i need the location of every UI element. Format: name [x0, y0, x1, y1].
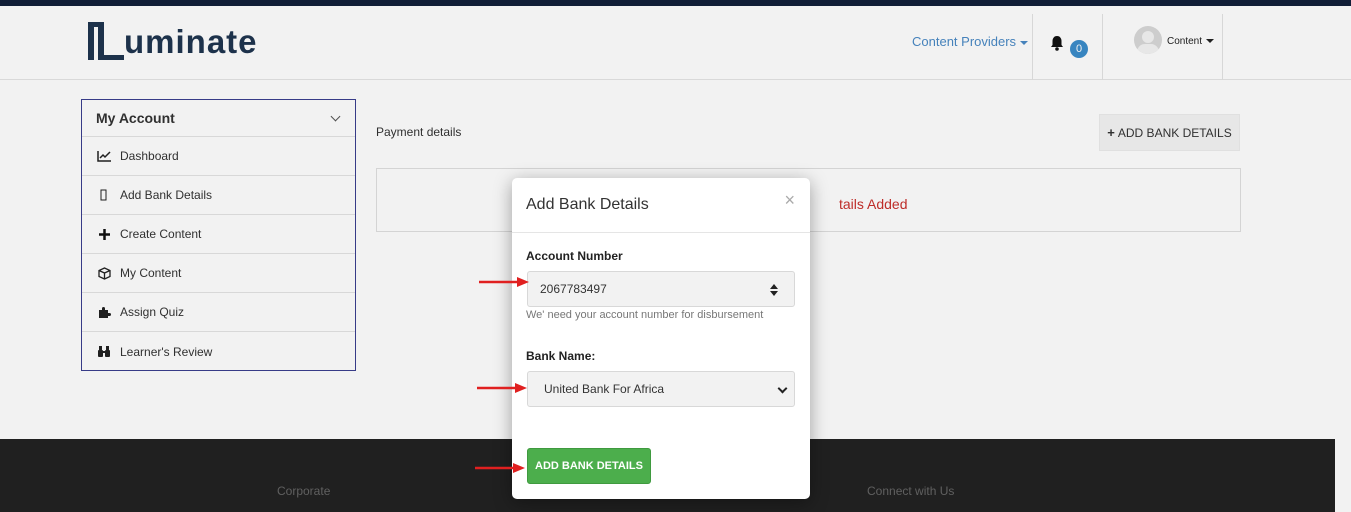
modal-title: Add Bank Details: [526, 196, 649, 213]
chevron-down-icon: [777, 383, 788, 394]
annotation-arrow-icon: [479, 277, 529, 287]
account-number-label: Account Number: [526, 249, 623, 263]
account-number-input[interactable]: 2067783497: [527, 271, 795, 307]
modal-header: Add Bank Details ×: [512, 178, 810, 233]
annotation-arrow-icon: [475, 463, 525, 473]
annotation-arrow-icon: [477, 383, 527, 393]
bank-name-value: United Bank For Africa: [544, 382, 665, 396]
close-icon[interactable]: ×: [784, 190, 795, 210]
account-number-help: We' need your account number for disburs…: [526, 309, 764, 321]
add-bank-details-modal: Add Bank Details × Account Number 206778…: [512, 178, 810, 499]
number-spinner-icon[interactable]: [769, 283, 779, 297]
account-number-value: 2067783497: [540, 282, 607, 296]
bank-name-label: Bank Name:: [526, 349, 596, 363]
submit-bank-details-button[interactable]: ADD BANK DETAILS: [527, 448, 651, 484]
bank-name-select[interactable]: United Bank For Africa: [527, 371, 795, 407]
